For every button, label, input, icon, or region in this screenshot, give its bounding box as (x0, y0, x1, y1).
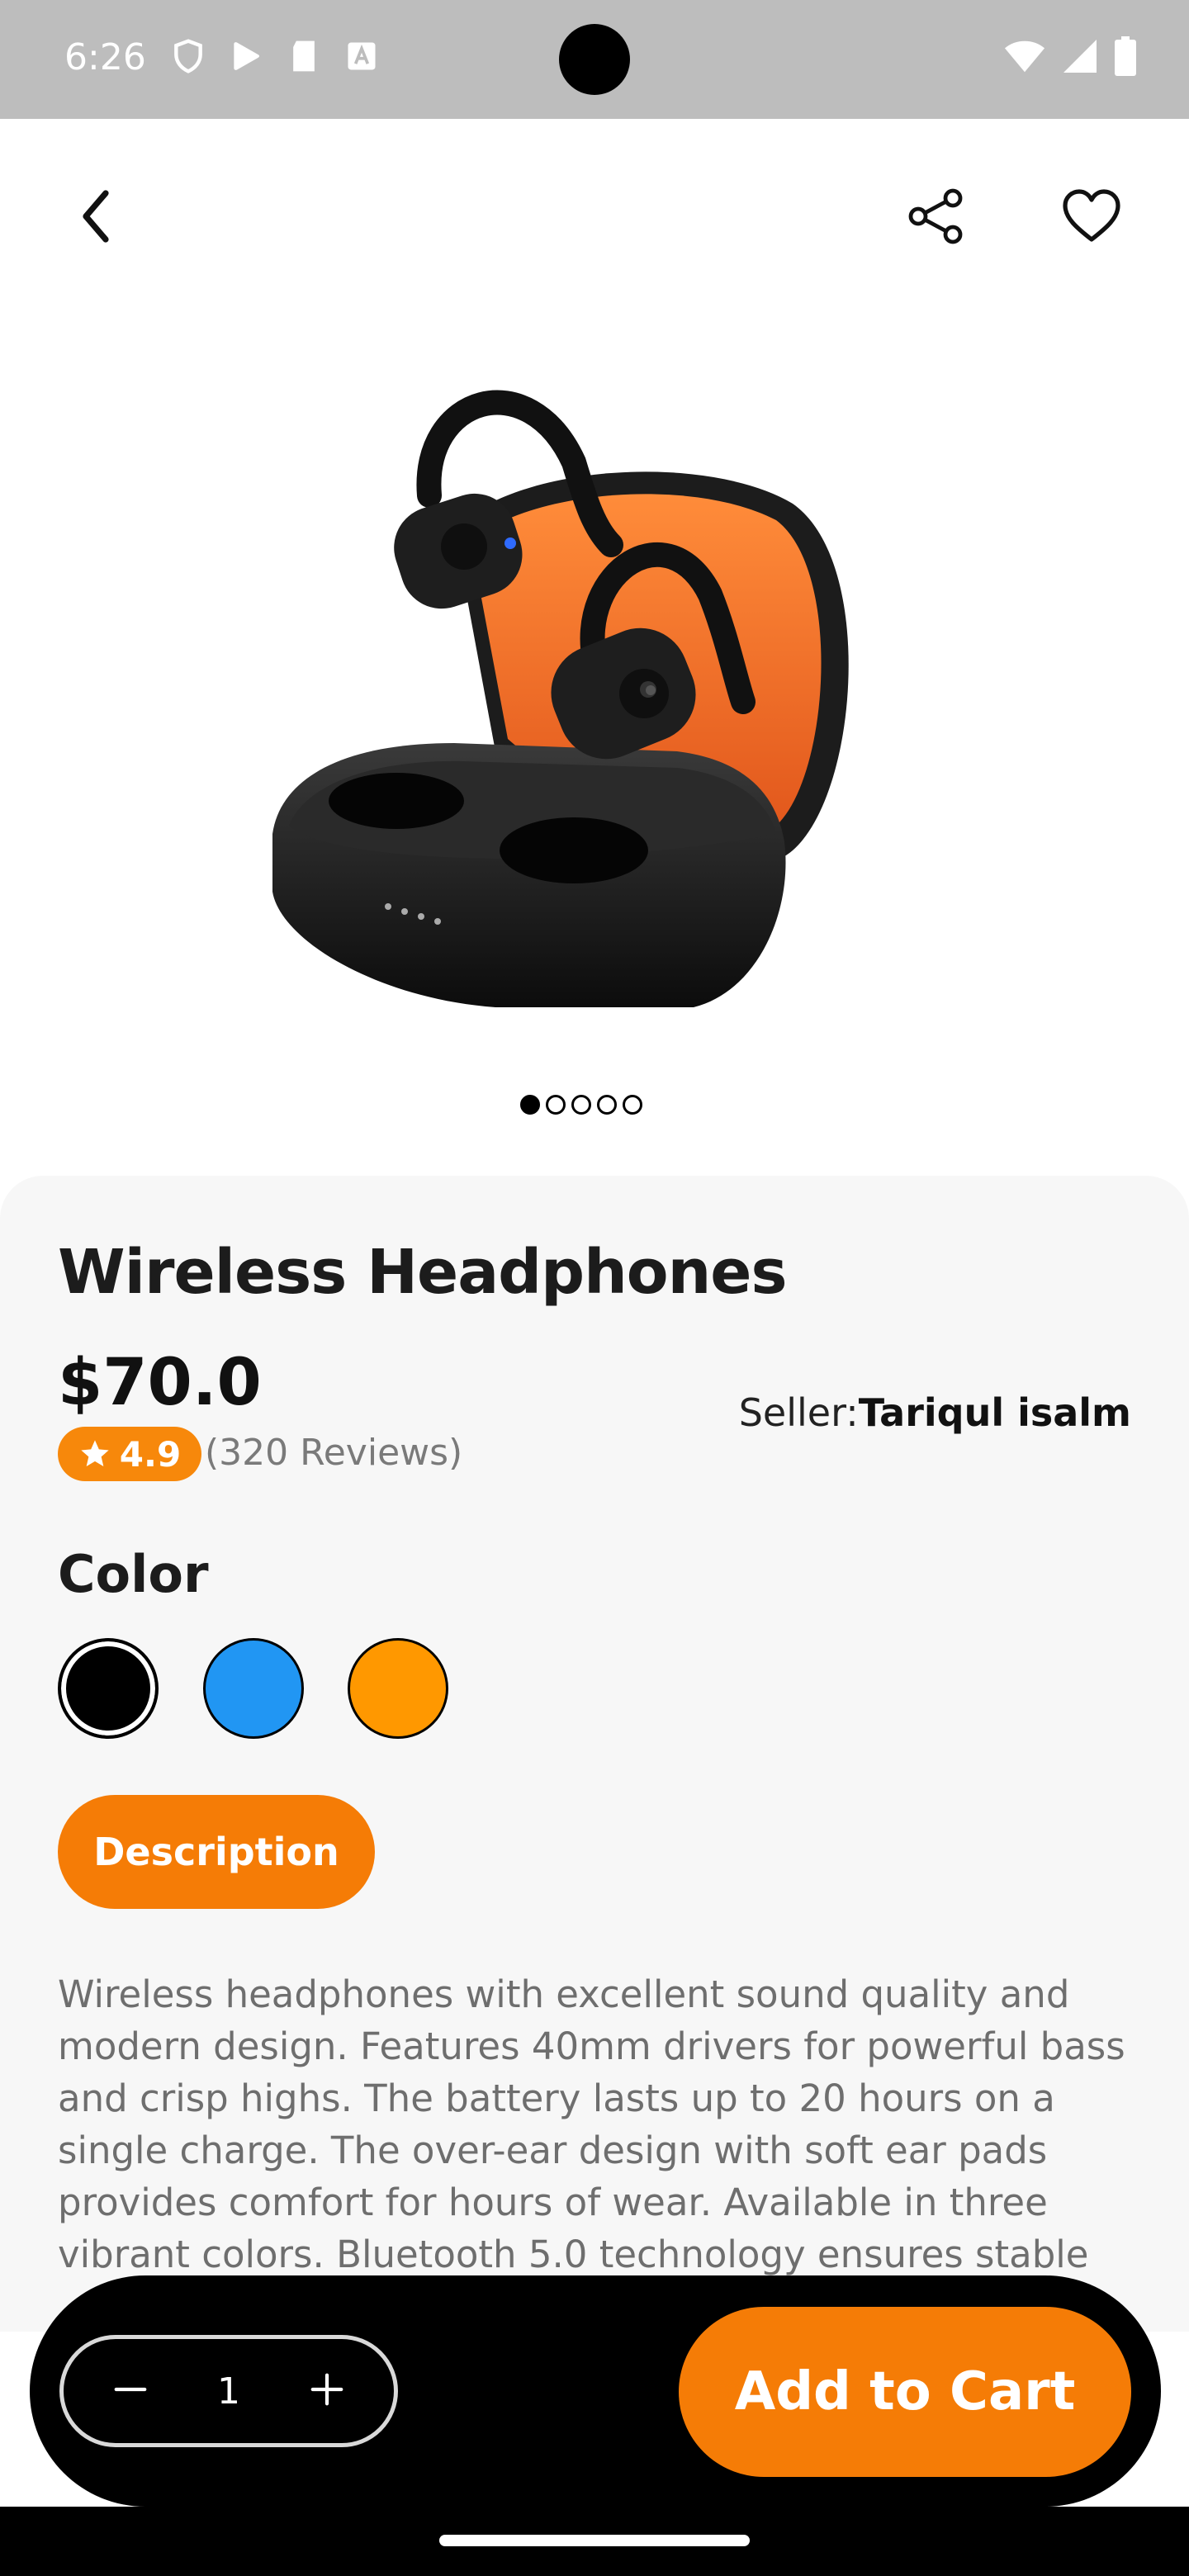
add-to-cart-button[interactable]: Add to Cart (679, 2307, 1131, 2477)
favorite-button[interactable] (1060, 187, 1123, 246)
play-store-icon (228, 38, 264, 74)
product-title: Wireless Headphones (58, 1237, 788, 1308)
wifi-icon (1004, 38, 1045, 78)
carousel-dot[interactable] (546, 1095, 566, 1115)
signal-icon (1062, 38, 1098, 78)
home-indicator[interactable] (439, 2535, 750, 2546)
carousel-dot[interactable] (623, 1095, 642, 1115)
increase-quantity-button[interactable] (308, 2370, 346, 2412)
sd-card-icon (286, 38, 322, 74)
description-tab-button[interactable]: Description (58, 1795, 375, 1909)
back-button[interactable] (73, 183, 122, 249)
color-heading: Color (58, 1544, 209, 1604)
status-icons (170, 38, 380, 74)
chevron-left-icon (83, 190, 109, 243)
rating-value: 4.9 (119, 1433, 182, 1475)
share-icon (908, 188, 963, 244)
battery-icon (1115, 36, 1136, 79)
seller-info: Seller:Tariqul isalm (739, 1390, 1131, 1435)
system-icons (1004, 36, 1136, 79)
shield-icon (170, 38, 206, 74)
quantity-stepper: 1 (59, 2335, 398, 2447)
star-icon (81, 1440, 109, 1466)
seller-label: Seller: (738, 1390, 859, 1435)
minus-icon (114, 2387, 147, 2392)
rating-badge: 4.9 (58, 1427, 201, 1481)
color-swatch-orange[interactable] (348, 1638, 448, 1739)
plus-icon (310, 2373, 343, 2406)
seller-name[interactable]: Tariqul isalm (859, 1390, 1131, 1435)
review-count[interactable]: (320 Reviews) (205, 1432, 462, 1474)
status-bar: 6:26 (0, 0, 1189, 119)
carousel-dot[interactable] (597, 1095, 617, 1115)
status-time: 6:26 (64, 36, 146, 78)
camera-cutout (559, 24, 630, 95)
heart-icon (1063, 189, 1120, 242)
product-image[interactable] (248, 363, 875, 1024)
carousel-dot[interactable] (571, 1095, 591, 1115)
share-button[interactable] (907, 187, 966, 246)
image-carousel-dots (520, 1095, 642, 1115)
decrease-quantity-button[interactable] (111, 2370, 149, 2412)
description-text: Wireless headphones with excellent sound… (58, 1972, 1125, 2290)
color-swatch-blue[interactable] (203, 1638, 304, 1739)
color-swatch-black[interactable] (58, 1638, 159, 1739)
product-price: $70.0 (58, 1346, 262, 1420)
quantity-value: 1 (217, 2370, 240, 2413)
carousel-dot-active[interactable] (520, 1095, 540, 1115)
a-icon (343, 38, 380, 74)
